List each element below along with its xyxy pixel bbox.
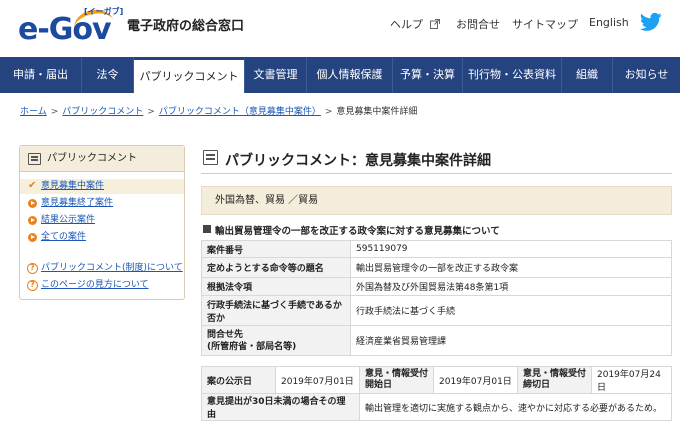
start-date-value: 2019年07月01日 (433, 366, 518, 394)
external-link-icon (429, 19, 440, 29)
square-bullet-icon (203, 225, 211, 233)
breadcrumb-separator: > (50, 107, 59, 117)
table-row: 案件番号 595119079 (201, 240, 672, 258)
sidebar-item-all-cases[interactable]: 全ての案件 (20, 230, 184, 245)
arrow-right-icon (28, 199, 37, 208)
row-key: 案件番号 (201, 240, 351, 258)
sidebar-item-label: 全ての案件 (41, 232, 87, 242)
nav-item-documents[interactable]: 文書管理 (245, 57, 307, 93)
logo-kana: [イーガブ] (84, 7, 124, 16)
breadcrumb-current: 意見募集中案件詳細 (336, 107, 418, 117)
nav-item-public-comment[interactable]: パブリックコメント (134, 57, 245, 93)
breadcrumb-public-comment[interactable]: パブリックコメント (62, 107, 143, 117)
sidebar-item-label: 結果公示案件 (41, 215, 96, 225)
case-subject: 輸出貿易管理令の一部を改正する政令案に対する意見募集について (215, 226, 500, 237)
row-key: 問合せ先 (所管府省・部局名等) (201, 325, 351, 356)
document-icon (203, 150, 218, 165)
twitter-icon[interactable] (640, 12, 662, 32)
category-label: 外国為替、貿易 ／貿易 (215, 195, 319, 206)
inquiry-link[interactable]: お問合せ (456, 16, 500, 32)
site-title: 電子政府の総合窓口 (127, 19, 245, 34)
sidebar-header: パブリックコメント (20, 146, 184, 172)
breadcrumb: ホーム > パブリックコメント > パブリックコメント（意見募集中案件） > 意見募集中案件… (20, 104, 417, 117)
table-row: 案の公示日 2019年07月01日 意見・情報受付開始日 2019年07月01日… (201, 366, 672, 394)
row-value: 外国為替及び外国貿易法第48条第1項 (350, 277, 672, 296)
logo-text: e-Gov (18, 12, 112, 47)
nav-item-organizations[interactable]: 組織 (562, 57, 613, 93)
table-row: 問合せ先 (所管府省・部局名等) 経済産業省貿易管理課 (201, 325, 672, 356)
row-key: 行政手続法に基づく手続であるか否か (201, 295, 351, 326)
table-row: 根拠法令項 外国為替及び外国貿易法第48条第1項 (201, 277, 672, 296)
document-icon (28, 153, 41, 165)
nav-item-applications[interactable]: 申請・届出 (0, 57, 82, 93)
start-date-label: 意見・情報受付開始日 (359, 366, 434, 394)
main-nav: 申請・届出 法令 パブリックコメント 文書管理 個人情報保護 予算・決算 刊行物… (0, 57, 680, 93)
arrow-right-icon (28, 233, 37, 242)
table-row: 意見提出が30日未満の場合その理由 輸出管理を適切に実施する観点から、速やかに対… (201, 393, 672, 421)
sidebar-help-label: このページの見方について (41, 280, 149, 290)
sidebar-item-open-cases[interactable]: ✔ 意見募集中案件 (20, 179, 184, 194)
help-link[interactable]: ヘルプ (390, 16, 440, 32)
sidebar-help-page[interactable]: ? このページの見方について (20, 278, 184, 293)
english-link[interactable]: English (589, 16, 629, 29)
nav-item-budget[interactable]: 予算・決算 (393, 57, 463, 93)
check-icon: ✔ (28, 180, 37, 191)
sidebar-item-closed-cases[interactable]: 意見募集終了案件 (20, 196, 184, 211)
site-header: e-Gov [イーガブ] 電子政府の総合窓口 ヘルプ お問合せ サイトマップ E… (0, 0, 680, 57)
sidebar-item-label: 意見募集終了案件 (41, 198, 114, 208)
nav-item-news[interactable]: お知らせ (613, 57, 680, 93)
table-row: 定めようとする命令等の題名 輸出貿易管理令の一部を改正する政令案 (201, 257, 672, 278)
sidebar-item-label: 意見募集中案件 (41, 181, 105, 191)
breadcrumb-open-cases[interactable]: パブリックコメント（意見募集中案件） (159, 107, 321, 117)
row-value: 595119079 (350, 240, 672, 258)
row-value: 輸出貿易管理令の一部を改正する政令案 (350, 257, 672, 278)
title-divider (201, 173, 672, 174)
end-date-label: 意見・情報受付締切日 (517, 366, 592, 394)
breadcrumb-home[interactable]: ホーム (20, 107, 47, 117)
row-value: 行政手続法に基づく手続 (350, 295, 672, 326)
table-row: 行政手続法に基づく手続であるか否か 行政手続法に基づく手続 (201, 295, 672, 326)
question-icon: ? (27, 280, 38, 291)
sidebar-item-results[interactable]: 結果公示案件 (20, 213, 184, 228)
breadcrumb-separator: > (324, 107, 333, 117)
reason-value: 輸出管理を適切に実施する観点から、速やかに対応する必要があるため。 (359, 393, 672, 421)
sidebar-title: パブリックコメント (47, 153, 137, 164)
sidebar: パブリックコメント ✔ 意見募集中案件 意見募集終了案件 結果公示案件 全ての案… (19, 145, 185, 300)
announce-date-label: 案の公示日 (201, 366, 276, 394)
arrow-right-icon (28, 216, 37, 225)
category-box: 外国為替、貿易 ／貿易 (201, 186, 672, 215)
question-icon: ? (27, 263, 38, 274)
nav-item-laws[interactable]: 法令 (82, 57, 134, 93)
nav-item-publications[interactable]: 刊行物・公表資料 (463, 57, 562, 93)
row-key: 定めようとする命令等の題名 (201, 257, 351, 278)
sidebar-help-label: パブリックコメント(制度)について (41, 263, 183, 273)
announce-date-value: 2019年07月01日 (275, 366, 360, 394)
sidebar-help-system[interactable]: ? パブリックコメント(制度)について (20, 261, 184, 276)
dates-table: 案の公示日 2019年07月01日 意見・情報受付開始日 2019年07月01日… (201, 366, 672, 421)
nav-item-privacy[interactable]: 個人情報保護 (307, 57, 393, 93)
case-info-table: 案件番号 595119079 定めようとする命令等の題名 輸出貿易管理令の一部を… (201, 240, 672, 356)
page-title: パブリックコメント：意見募集中案件詳細 (225, 153, 491, 169)
breadcrumb-separator: > (147, 107, 155, 117)
egov-logo[interactable]: e-Gov [イーガブ] (18, 6, 124, 50)
row-key: 根拠法令項 (201, 277, 351, 296)
sitemap-link[interactable]: サイトマップ (512, 16, 578, 32)
row-value: 経済産業省貿易管理課 (350, 325, 672, 356)
end-date-value: 2019年07月24日 (591, 366, 672, 394)
help-link-label: ヘルプ (390, 18, 423, 31)
reason-label: 意見提出が30日未満の場合その理由 (201, 393, 360, 421)
